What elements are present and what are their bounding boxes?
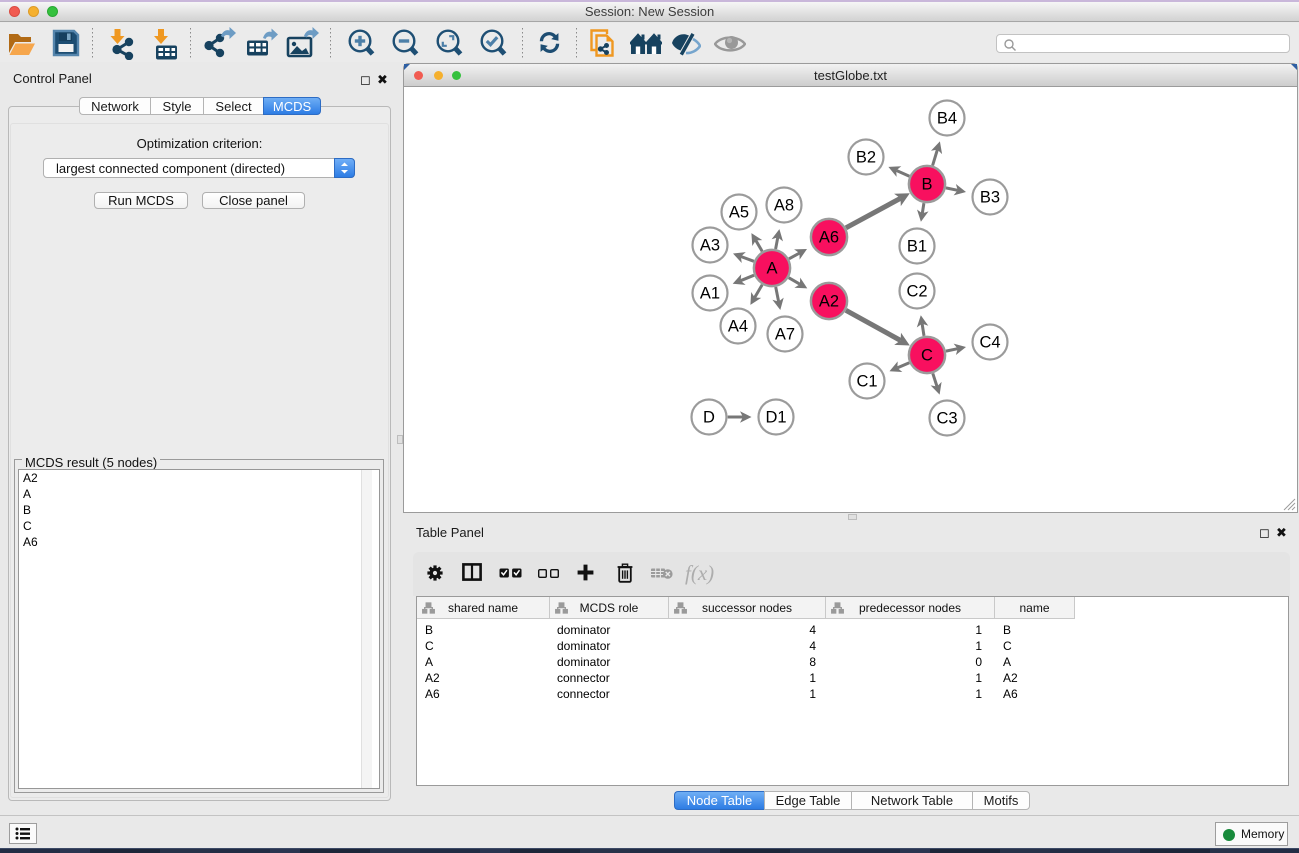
svg-text:C1: C1 — [856, 373, 877, 391]
svg-text:D1: D1 — [765, 409, 786, 427]
svg-text:D: D — [703, 409, 715, 427]
svg-text:A5: A5 — [729, 204, 749, 222]
svg-text:A8: A8 — [774, 197, 794, 215]
svg-text:B2: B2 — [856, 149, 876, 167]
svg-text:C2: C2 — [906, 283, 927, 301]
svg-text:A4: A4 — [728, 318, 748, 336]
svg-text:B4: B4 — [937, 110, 957, 128]
svg-text:A: A — [766, 260, 777, 278]
svg-text:A2: A2 — [819, 293, 839, 311]
svg-text:A7: A7 — [775, 326, 795, 344]
svg-text:A1: A1 — [700, 285, 720, 303]
svg-text:C: C — [921, 347, 933, 365]
svg-text:C3: C3 — [936, 410, 957, 428]
svg-text:B: B — [921, 176, 932, 194]
svg-text:B1: B1 — [907, 238, 927, 256]
svg-text:A6: A6 — [819, 229, 839, 247]
svg-text:C4: C4 — [979, 334, 1000, 352]
svg-text:B3: B3 — [980, 189, 1000, 207]
svg-text:A3: A3 — [700, 237, 720, 255]
